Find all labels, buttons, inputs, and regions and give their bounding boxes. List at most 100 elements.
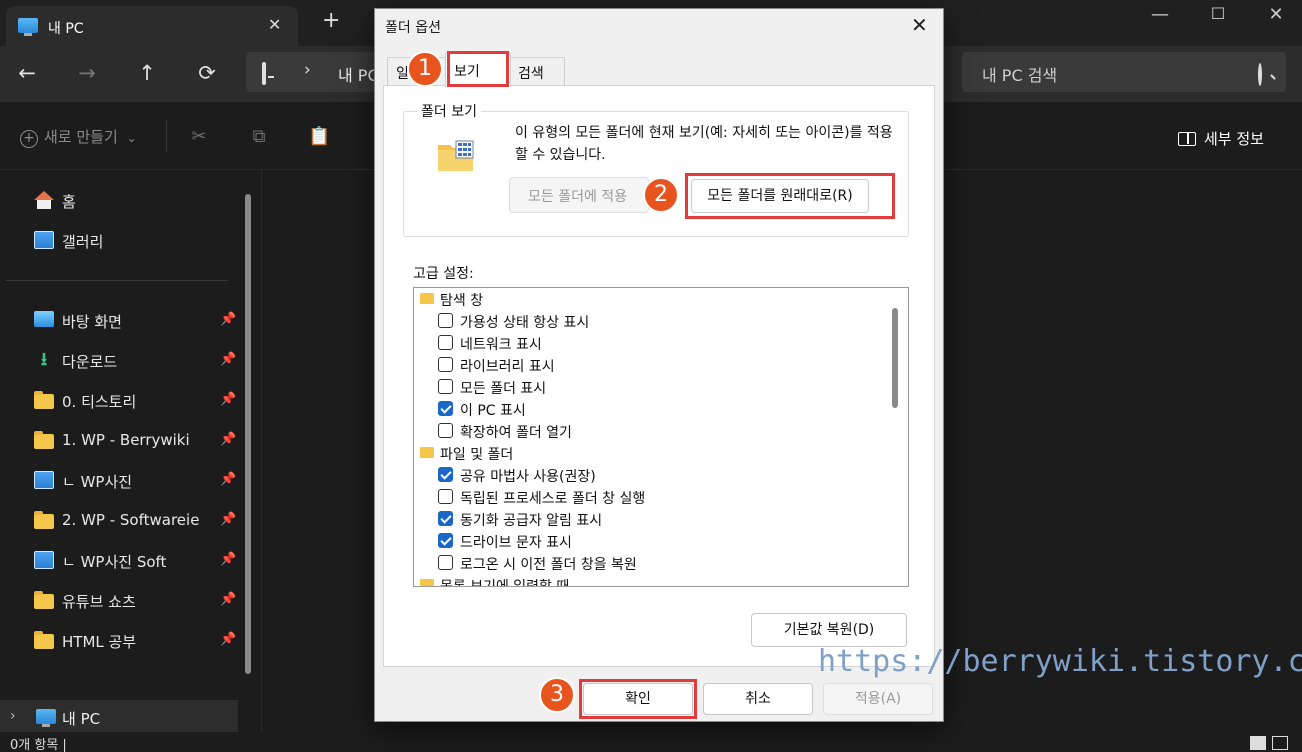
address-bar[interactable]: › 내 PC <box>246 52 386 92</box>
restore-defaults-button[interactable]: 기본값 복원(D) <box>751 613 907 647</box>
checkbox[interactable] <box>438 313 453 328</box>
pin-icon[interactable]: 📌 <box>220 552 236 567</box>
pin-icon[interactable]: 📌 <box>220 432 236 447</box>
search-icon[interactable] <box>1258 63 1262 86</box>
back-button[interactable]: ← <box>14 60 40 86</box>
expand-chevron-icon[interactable]: › <box>10 708 16 724</box>
folder-view-icon <box>437 139 475 177</box>
option-show-drive-letters[interactable]: 드라이브 문자 표시 <box>414 530 884 552</box>
checkbox[interactable] <box>438 555 453 570</box>
pin-icon[interactable]: 📌 <box>220 392 236 407</box>
folder-icon <box>34 591 54 609</box>
option-restore-previous-windows[interactable]: 로그온 시 이전 폴더 창을 복원 <box>414 552 884 574</box>
navigation-pane-icon <box>420 293 434 304</box>
dialog-close-button[interactable]: ✕ <box>911 13 928 37</box>
up-button[interactable]: ↑ <box>134 60 160 86</box>
advanced-list-scrollbar[interactable] <box>892 308 898 408</box>
sidebar-item-label: 내 PC <box>62 710 101 728</box>
pin-icon[interactable]: 📌 <box>220 472 236 487</box>
highlight-box-view-tab <box>447 51 509 87</box>
command-divider <box>166 120 167 152</box>
add-circle-icon: + <box>20 130 38 148</box>
option-expand-to-open-folder[interactable]: 확장하여 폴더 열기 <box>414 420 884 442</box>
group-files-and-folders: 파일 및 폴더 <box>414 442 884 464</box>
option-label: 공유 마법사 사용(권장) <box>460 469 596 485</box>
sidebar-item-tistory[interactable]: 0. 티스토리 📌 <box>34 388 244 414</box>
sidebar-item-label: 유튜브 쇼츠 <box>62 593 136 611</box>
refresh-button[interactable]: ⟳ <box>194 60 220 86</box>
tab-search[interactable]: 검색 <box>509 57 565 85</box>
advanced-settings-list[interactable]: 탐색 창 가용성 상태 항상 표시 네트워크 표시 라이브러리 표시 모든 폴더… <box>413 287 909 587</box>
option-sharing-wizard[interactable]: 공유 마법사 사용(권장) <box>414 464 884 486</box>
checkbox[interactable] <box>438 335 453 350</box>
pin-icon[interactable]: 📌 <box>220 592 236 607</box>
forward-button[interactable]: → <box>74 60 100 86</box>
checkbox-checked[interactable] <box>438 511 453 526</box>
maximize-button[interactable]: ☐ <box>1206 4 1230 23</box>
sidebar-item-wp-photos-soft[interactable]: ㄴ WP사진 Soft 📌 <box>34 548 244 574</box>
tiles-view-icon[interactable] <box>1272 736 1288 750</box>
window-close-button[interactable]: ✕ <box>1264 4 1288 25</box>
gallery-icon <box>34 231 54 249</box>
breadcrumb-chevron-icon[interactable]: › <box>304 60 311 80</box>
pin-icon[interactable]: 📌 <box>220 632 236 647</box>
sidebar-item-this-pc[interactable]: › 내 PC <box>0 700 238 732</box>
details-view-icon[interactable] <box>1250 736 1266 750</box>
minimize-button[interactable]: — <box>1148 4 1172 25</box>
sidebar-item-wp-berrywiki[interactable]: 1. WP - Berrywiki 📌 <box>34 428 244 454</box>
new-tab-button[interactable]: + <box>322 8 340 33</box>
pin-icon[interactable]: 📌 <box>220 312 236 327</box>
group-navigation-pane: 탐색 창 <box>414 288 884 310</box>
option-show-this-pc[interactable]: 이 PC 표시 <box>414 398 884 420</box>
apply-to-folders-button[interactable]: 모든 폴더에 적용 <box>509 177 649 213</box>
sidebar-scrollbar[interactable] <box>245 194 251 674</box>
paste-icon[interactable]: 📋 <box>308 126 330 148</box>
sidebar-item-label: ㄴ WP사진 Soft <box>62 553 167 571</box>
breadcrumb-this-pc[interactable]: 내 PC <box>338 62 379 86</box>
checkbox-checked[interactable] <box>438 467 453 482</box>
folder-icon <box>34 431 54 449</box>
sidebar-item-desktop[interactable]: 바탕 화면 📌 <box>34 308 244 334</box>
details-pane-button[interactable]: 세부 정보 <box>1178 128 1264 149</box>
tab-close-icon[interactable]: ✕ <box>268 15 281 34</box>
view-toggle[interactable] <box>1250 735 1288 752</box>
checkbox[interactable] <box>438 379 453 394</box>
search-input[interactable]: 내 PC 검색 <box>962 52 1286 92</box>
option-show-network[interactable]: 네트워크 표시 <box>414 332 884 354</box>
this-pc-icon <box>18 18 38 36</box>
pin-icon[interactable]: 📌 <box>220 352 236 367</box>
option-label: 라이브러리 표시 <box>460 359 555 375</box>
details-pane-label: 세부 정보 <box>1204 130 1264 148</box>
option-show-all-folders[interactable]: 모든 폴더 표시 <box>414 376 884 398</box>
sidebar-item-html-study[interactable]: HTML 공부 📌 <box>34 628 244 654</box>
cut-icon[interactable]: ✂ <box>188 126 210 148</box>
sidebar-item-label: 0. 티스토리 <box>62 393 137 411</box>
pin-icon[interactable]: 📌 <box>220 512 236 527</box>
home-icon <box>34 191 54 209</box>
sidebar-item-gallery[interactable]: 갤러리 <box>34 228 244 254</box>
checkbox-checked[interactable] <box>438 401 453 416</box>
sidebar-item-youtube-shorts[interactable]: 유튜브 쇼츠 📌 <box>34 588 244 614</box>
checkbox[interactable] <box>438 423 453 438</box>
sidebar-item-label: ㄴ WP사진 <box>62 473 133 491</box>
option-label: 이 PC 표시 <box>460 403 526 419</box>
tab-this-pc[interactable]: 내 PC ✕ <box>6 6 298 46</box>
sidebar-item-downloads[interactable]: ⭳ 다운로드 📌 <box>34 348 244 374</box>
option-show-libraries[interactable]: 라이브러리 표시 <box>414 354 884 376</box>
option-always-show-availability[interactable]: 가용성 상태 항상 표시 <box>414 310 884 332</box>
option-label: 가용성 상태 항상 표시 <box>460 315 590 331</box>
checkbox[interactable] <box>438 489 453 504</box>
folder-view-legend: 폴더 보기 <box>417 101 481 121</box>
sidebar-item-wp-photos[interactable]: ㄴ WP사진 📌 <box>34 468 244 494</box>
option-sync-provider-notifications[interactable]: 동기화 공급자 알림 표시 <box>414 508 884 530</box>
new-button[interactable]: + 새로 만들기 ⌄ <box>20 126 137 148</box>
cancel-button[interactable]: 취소 <box>703 683 813 715</box>
checkbox[interactable] <box>438 357 453 372</box>
sidebar-item-wp-softwareie[interactable]: 2. WP - Softwareie 📌 <box>34 508 244 534</box>
checkbox-checked[interactable] <box>438 533 453 548</box>
folder-options-dialog: 폴더 옵션 ✕ 일반 검색 보기 폴더 보기 이 유형의 모든 폴더에 현재 보… <box>374 8 944 722</box>
option-separate-process[interactable]: 독립된 프로세스로 폴더 창 실행 <box>414 486 884 508</box>
copy-icon[interactable]: ⧉ <box>248 126 270 148</box>
apply-button[interactable]: 적용(A) <box>823 683 933 715</box>
sidebar-item-home[interactable]: 홈 <box>34 188 244 214</box>
